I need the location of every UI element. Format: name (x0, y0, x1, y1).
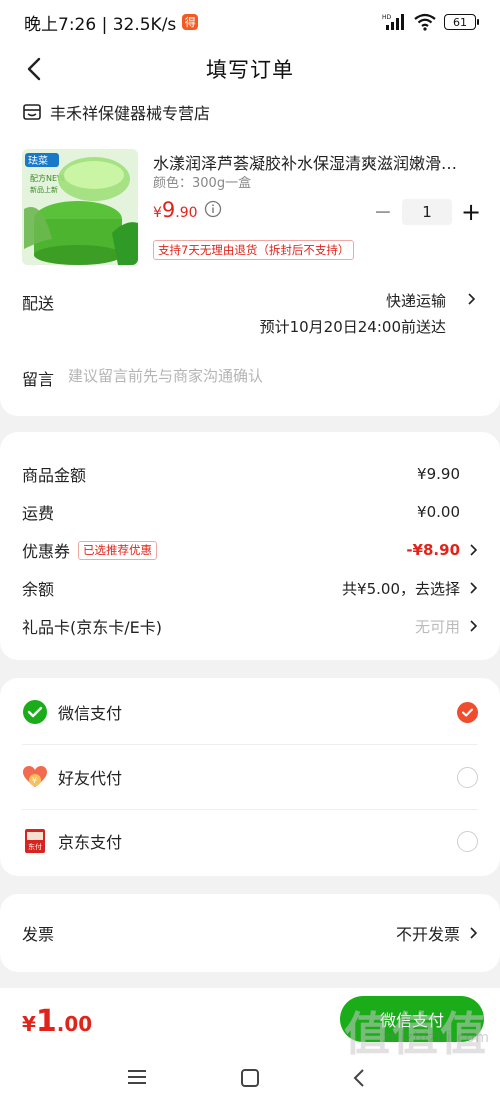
product-title[interactable]: 水漾润泽芦荟凝胶补水保湿清爽滋润嫩滑… (153, 150, 473, 174)
cost-summary-card: 商品金额 ¥9.90 运费 ¥0.00 优惠券 已选推荐优惠 -¥8.90 余额… (0, 432, 500, 660)
svg-text:¥: ¥ (32, 776, 37, 785)
shipping-eta: 预计10月20日24:00前送达 (259, 318, 446, 336)
goods-amount-value: ¥9.90 (417, 465, 460, 483)
payment-option-friend[interactable]: ¥ 好友代付 (22, 745, 478, 809)
battery-icon: 61 (444, 14, 479, 30)
freight-row: 运费 ¥0.00 (22, 500, 478, 524)
radio-unselected-icon[interactable] (457, 830, 478, 852)
page-title: 填写订单 (206, 58, 294, 82)
price-integer: 9 (161, 198, 176, 222)
price-symbol: ¥ (153, 205, 162, 221)
quantity-value[interactable]: 1 (402, 199, 452, 225)
radio-selected-icon[interactable] (457, 701, 478, 723)
shipping-chevron-icon[interactable] (466, 292, 476, 306)
price-info-icon[interactable] (204, 200, 222, 218)
battery-level: 61 (453, 15, 467, 29)
quantity-stepper: − 1 + (372, 198, 482, 226)
giftcard-chevron-icon[interactable] (468, 619, 478, 633)
goods-amount-label: 商品金额 (22, 466, 87, 485)
signal-icon: HD (382, 14, 404, 30)
status-bar: 晚上7:26 | 32.5K/s 得 HD 61 (0, 0, 500, 44)
invoice-card: 发票 不开发票 (0, 894, 500, 972)
price-decimal: .90 (175, 205, 198, 221)
order-total: ¥ 1 .00 (22, 1004, 92, 1039)
watermark-site: zhizhizhi.com (382, 1030, 490, 1046)
product-image[interactable]: 珐菜 配方NEW 新品上新 (22, 149, 138, 265)
remark-input[interactable] (68, 362, 468, 390)
product-image-label-2: 新品上新 (30, 185, 58, 194)
wechat-pay-icon (23, 700, 47, 724)
invoice-value: 不开发票 (395, 925, 460, 944)
shipping-label: 配送 (22, 294, 55, 313)
jd-pay-icon-text: 东付 (28, 842, 42, 851)
giftcard-label: 礼品卡(京东卡/E卡) (22, 618, 162, 637)
payment-option-wechat[interactable]: 微信支付 (22, 680, 478, 744)
shop-name: 丰禾祥保健器械专营店 (50, 104, 211, 123)
invoice-row[interactable]: 发票 不开发票 (22, 921, 478, 945)
invoice-chevron-icon[interactable] (468, 926, 478, 940)
remark-label: 留言 (22, 370, 55, 389)
product-image-brand: 珐菜 (28, 154, 48, 167)
nav-recents-icon[interactable] (126, 1068, 148, 1086)
return-policy-tag: 支持7天无理由退货（拆封后不支持） (153, 240, 355, 260)
payment-label-friend: 好友代付 (58, 769, 123, 788)
freight-value: ¥0.00 (417, 503, 460, 521)
payment-method-card: 微信支付 ¥ 好友代付 东付 京东支付 (0, 678, 500, 876)
shop-row[interactable]: 丰禾祥保健器械专营店 (22, 100, 210, 124)
quantity-plus-button[interactable]: + (460, 198, 482, 226)
balance-row[interactable]: 余额 共¥5.00，去选择 (22, 576, 478, 600)
radio-unselected-icon[interactable] (457, 766, 478, 788)
total-symbol: ¥ (22, 1012, 36, 1036)
jd-pay-icon: 东付 (25, 829, 45, 853)
app-badge-icon: 得 (182, 14, 199, 30)
aloe-gel-jar-image: 珐菜 配方NEW 新品上新 (22, 149, 138, 265)
status-time-speed: 晚上7:26 | 32.5K/s (24, 14, 177, 35)
header: 填写订单 (0, 44, 500, 94)
check-icon (462, 708, 473, 716)
product-price: ¥ 9 .90 (153, 198, 198, 222)
status-right: HD 61 (382, 13, 479, 31)
coupon-label: 优惠券 (22, 542, 71, 561)
giftcard-row[interactable]: 礼品卡(京东卡/E卡) 无可用 (22, 614, 478, 638)
shop-icon (23, 104, 41, 120)
nav-home-icon[interactable] (240, 1068, 260, 1088)
product-spec: 颜色：300g一盒 (153, 176, 252, 191)
coupon-value: -¥8.90 (406, 541, 460, 559)
order-item-card: 丰禾祥保健器械专营店 珐菜 配方NEW 新品上新 水漾润泽芦荟凝胶补水保湿清爽滋… (0, 94, 500, 416)
friend-pay-heart-icon: ¥ (23, 766, 47, 787)
back-arrow-icon[interactable] (22, 56, 48, 82)
balance-label: 余额 (22, 580, 55, 599)
wifi-icon (414, 13, 436, 31)
payment-label-wechat: 微信支付 (58, 704, 123, 723)
invoice-label: 发票 (22, 925, 55, 944)
balance-value: 共¥5.00，去选择 (342, 579, 460, 598)
balance-chevron-icon[interactable] (468, 581, 478, 595)
total-decimal: .00 (56, 1012, 93, 1036)
freight-label: 运费 (22, 504, 55, 523)
signal-hd-label: HD (382, 14, 392, 21)
shipping-method[interactable]: 快递运输 (386, 290, 446, 311)
giftcard-value: 无可用 (414, 617, 460, 636)
coupon-recommend-tag: 已选推荐优惠 (78, 540, 158, 560)
status-left: 晚上7:26 | 32.5K/s 得 (24, 10, 199, 35)
goods-amount-row: 商品金额 ¥9.90 (22, 462, 478, 486)
coupon-chevron-icon[interactable] (468, 543, 478, 557)
quantity-minus-button[interactable]: − (372, 200, 394, 225)
coupon-label-group: 优惠券 已选推荐优惠 (22, 538, 158, 562)
payment-label-jd: 京东支付 (58, 833, 123, 852)
nav-back-icon[interactable] (352, 1068, 366, 1088)
payment-option-jd[interactable]: 东付 京东支付 (22, 809, 478, 873)
coupon-row[interactable]: 优惠券 已选推荐优惠 -¥8.90 (22, 538, 478, 562)
total-integer: 1 (35, 1004, 57, 1039)
